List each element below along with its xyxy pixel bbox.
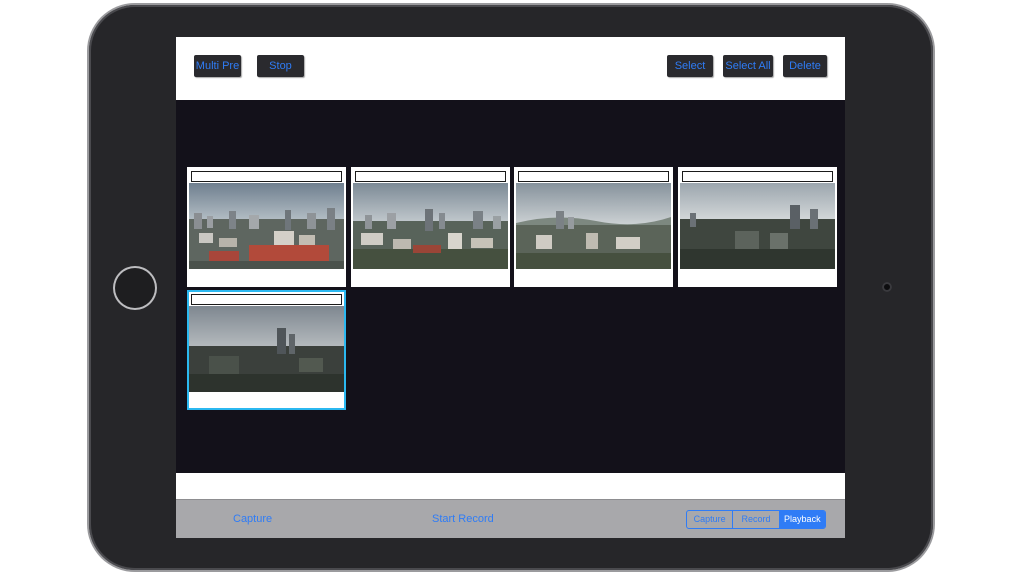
thumbnail-image — [189, 183, 344, 269]
media-gallery — [176, 100, 845, 473]
thumbnail-image — [680, 183, 835, 269]
start-record-button[interactable]: Start Record — [432, 513, 494, 525]
thumbnail-footer — [353, 272, 508, 285]
top-toolbar: Multi Pre Stop Select Select All Delete — [176, 37, 845, 100]
gallery-thumbnail[interactable] — [351, 167, 510, 287]
gallery-thumbnail[interactable] — [678, 167, 837, 287]
select-button[interactable]: Select — [667, 55, 713, 77]
multi-preview-button[interactable]: Multi Pre — [194, 55, 241, 77]
thumbnail-image — [516, 183, 671, 269]
gallery-thumbnail[interactable] — [514, 167, 673, 287]
gallery-thumbnail-selected[interactable] — [187, 290, 346, 410]
thumbnail-image — [189, 306, 344, 392]
segment-record[interactable]: Record — [732, 511, 778, 528]
thumbnail-footer — [189, 272, 344, 285]
thumbnail-title — [191, 294, 342, 305]
mode-segmented-control: Capture Record Playback — [686, 510, 826, 529]
segment-playback[interactable]: Playback — [778, 511, 825, 528]
segment-capture[interactable]: Capture — [687, 511, 732, 528]
home-button[interactable] — [113, 266, 157, 310]
select-all-button[interactable]: Select All — [723, 55, 773, 77]
capture-button[interactable]: Capture — [233, 513, 272, 525]
thumbnail-image — [353, 183, 508, 269]
thumbnail-title — [191, 171, 342, 182]
delete-button[interactable]: Delete — [783, 55, 827, 77]
thumbnail-title — [355, 171, 506, 182]
gallery-thumbnail[interactable] — [187, 167, 346, 287]
thumbnail-footer — [516, 272, 671, 285]
thumbnail-title — [518, 171, 669, 182]
thumbnail-title — [682, 171, 833, 182]
content-spacer — [176, 473, 845, 499]
app-screen: Multi Pre Stop Select Select All Delete — [176, 37, 845, 538]
front-camera-icon — [882, 282, 892, 292]
thumbnail-footer — [680, 272, 835, 285]
bottom-toolbar: Capture Start Record Capture Record Play… — [176, 499, 845, 538]
thumbnail-footer — [189, 395, 344, 408]
stop-button[interactable]: Stop — [257, 55, 304, 77]
